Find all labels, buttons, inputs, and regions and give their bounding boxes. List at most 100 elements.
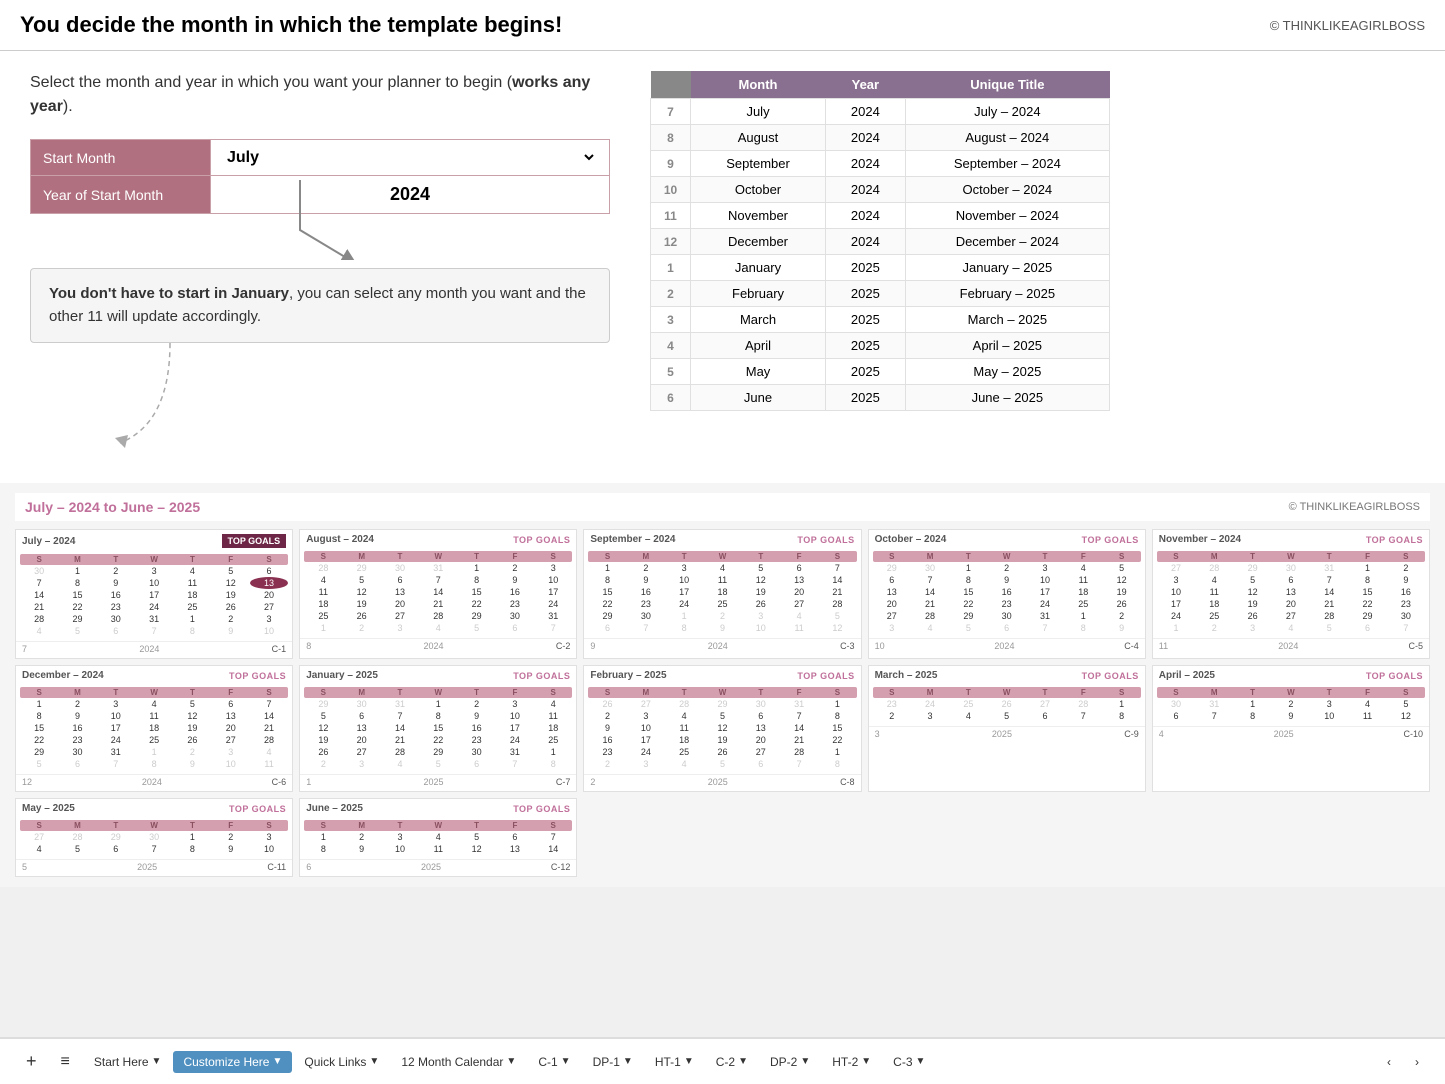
cal-month-num: 11 — [1159, 641, 1168, 651]
dow-cell: T — [457, 551, 495, 562]
day-cell: 19 — [703, 734, 741, 746]
day-cell: 31 — [97, 746, 135, 758]
day-cell: 23 — [496, 598, 534, 610]
day-cell: 17 — [1026, 586, 1064, 598]
start-month-select[interactable]: JulyAugustSeptember OctoberNovemberDecem… — [223, 148, 597, 167]
week-row: 27282930123 — [20, 831, 288, 843]
day-cell: 12 — [742, 574, 780, 586]
day-cell: 30 — [496, 610, 534, 622]
cal-title: August – 2024 — [306, 534, 374, 545]
row-num: 7 — [651, 99, 691, 125]
day-cell: 21 — [250, 722, 288, 734]
nav-right-button[interactable]: › — [1405, 1051, 1429, 1073]
row-month: April — [691, 333, 826, 359]
row-title: December – 2024 — [905, 229, 1109, 255]
tab-12-month-calendar[interactable]: 12 Month Calendar ▼ — [391, 1051, 526, 1073]
day-cell: 6 — [988, 622, 1026, 634]
day-cell: 1 — [419, 698, 457, 710]
calendars-grid: July – 2024TOP GOALSSMTWTFS3012345678910… — [15, 529, 1430, 877]
day-cell: 12 — [1387, 710, 1425, 722]
day-cell: 28 — [419, 610, 457, 622]
cal-code: C-5 — [1408, 641, 1423, 651]
day-cell: 16 — [988, 586, 1026, 598]
tab-customize-here[interactable]: Customize Here ▼ — [173, 1051, 292, 1073]
day-cell: 12 — [703, 722, 741, 734]
week-row: 13141516171819 — [873, 586, 1141, 598]
day-cell: 1 — [58, 565, 96, 577]
row-year: 2025 — [826, 281, 906, 307]
add-sheet-button[interactable]: + — [16, 1047, 47, 1076]
day-cell: 5 — [58, 843, 96, 855]
day-cell: 15 — [58, 589, 96, 601]
tab-ht-2[interactable]: HT-2 ▼ — [822, 1051, 881, 1073]
day-cell: 21 — [381, 734, 419, 746]
day-cell: 11 — [1195, 586, 1233, 598]
cal-footer: 62025C-12 — [300, 859, 576, 876]
dow-cell: F — [1064, 551, 1102, 562]
day-cell: 16 — [496, 586, 534, 598]
day-cell: 12 — [212, 577, 250, 589]
dow-cell: S — [1157, 687, 1195, 698]
tab-start-here[interactable]: Start Here ▼ — [84, 1051, 172, 1073]
calendar-block: November – 2024TOP GOALSSMTWTFS272829303… — [1152, 529, 1430, 659]
day-cell: 5 — [457, 622, 495, 634]
week-row: 272829303112 — [1157, 562, 1425, 574]
day-cell: 22 — [419, 734, 457, 746]
day-cell: 4 — [703, 562, 741, 574]
dow-row: SMTWTFS — [873, 551, 1141, 562]
dow-cell: T — [381, 820, 419, 831]
day-cell: 1 — [588, 562, 626, 574]
calendar-block: July – 2024TOP GOALSSMTWTFS3012345678910… — [15, 529, 293, 659]
row-num: 11 — [651, 203, 691, 229]
day-cell: 7 — [496, 758, 534, 770]
day-cell: 3 — [1233, 622, 1271, 634]
day-cell: 5 — [20, 758, 58, 770]
tab-dp-2[interactable]: DP-2 ▼ — [760, 1051, 820, 1073]
tab-ht-1[interactable]: HT-1 ▼ — [645, 1051, 704, 1073]
tab-c-3[interactable]: C-3 ▼ — [883, 1051, 935, 1073]
day-cell: 6 — [742, 710, 780, 722]
day-cell: 6 — [1348, 622, 1386, 634]
week-row: 6789101112 — [588, 622, 856, 634]
day-cell: 5 — [742, 562, 780, 574]
day-cell: 26 — [212, 601, 250, 613]
table-row: 12 December 2024 December – 2024 — [651, 229, 1110, 255]
day-cell: 19 — [742, 586, 780, 598]
top-goals: TOP GOALS — [229, 804, 286, 814]
dow-cell: M — [911, 687, 949, 698]
day-cell: 5 — [949, 622, 987, 634]
day-cell: 19 — [212, 589, 250, 601]
week-row: 272829303112 — [873, 610, 1141, 622]
day-cell: 6 — [780, 562, 818, 574]
day-cell: 17 — [97, 722, 135, 734]
nav-left-button[interactable]: ‹ — [1377, 1051, 1401, 1073]
tab-c-2[interactable]: C-2 ▼ — [706, 1051, 758, 1073]
dow-cell: F — [1064, 687, 1102, 698]
day-cell: 30 — [1387, 610, 1425, 622]
day-cell: 7 — [1310, 574, 1348, 586]
day-cell: 29 — [419, 746, 457, 758]
day-cell: 15 — [1348, 586, 1386, 598]
day-cell: 5 — [58, 625, 96, 637]
dow-cell: T — [97, 687, 135, 698]
week-row: 15161718192021 — [588, 586, 856, 598]
table-row: 5 May 2025 May – 2025 — [651, 359, 1110, 385]
day-cell: 24 — [97, 734, 135, 746]
sheet-menu-button[interactable]: ≡ — [51, 1049, 80, 1075]
day-cell: 7 — [1195, 710, 1233, 722]
day-cell: 22 — [457, 598, 495, 610]
dow-row: SMTWTFS — [20, 687, 288, 698]
cal-title: November – 2024 — [1159, 534, 1241, 545]
tab-c-1[interactable]: C-1 ▼ — [528, 1051, 580, 1073]
start-month-value[interactable]: JulyAugustSeptember OctoberNovemberDecem… — [211, 140, 610, 176]
dow-cell: S — [873, 687, 911, 698]
cal-month-num: 2 — [590, 777, 595, 787]
tab-quick-links[interactable]: Quick Links ▼ — [294, 1051, 389, 1073]
day-cell: 27 — [873, 610, 911, 622]
table-row: 10 October 2024 October – 2024 — [651, 177, 1110, 203]
calendar-block: May – 2025TOP GOALSSMTWTFS27282930123456… — [15, 798, 293, 877]
tab-dp-1[interactable]: DP-1 ▼ — [583, 1051, 643, 1073]
day-cell: 5 — [343, 574, 381, 586]
day-cell: 8 — [665, 622, 703, 634]
day-cell: 9 — [588, 722, 626, 734]
